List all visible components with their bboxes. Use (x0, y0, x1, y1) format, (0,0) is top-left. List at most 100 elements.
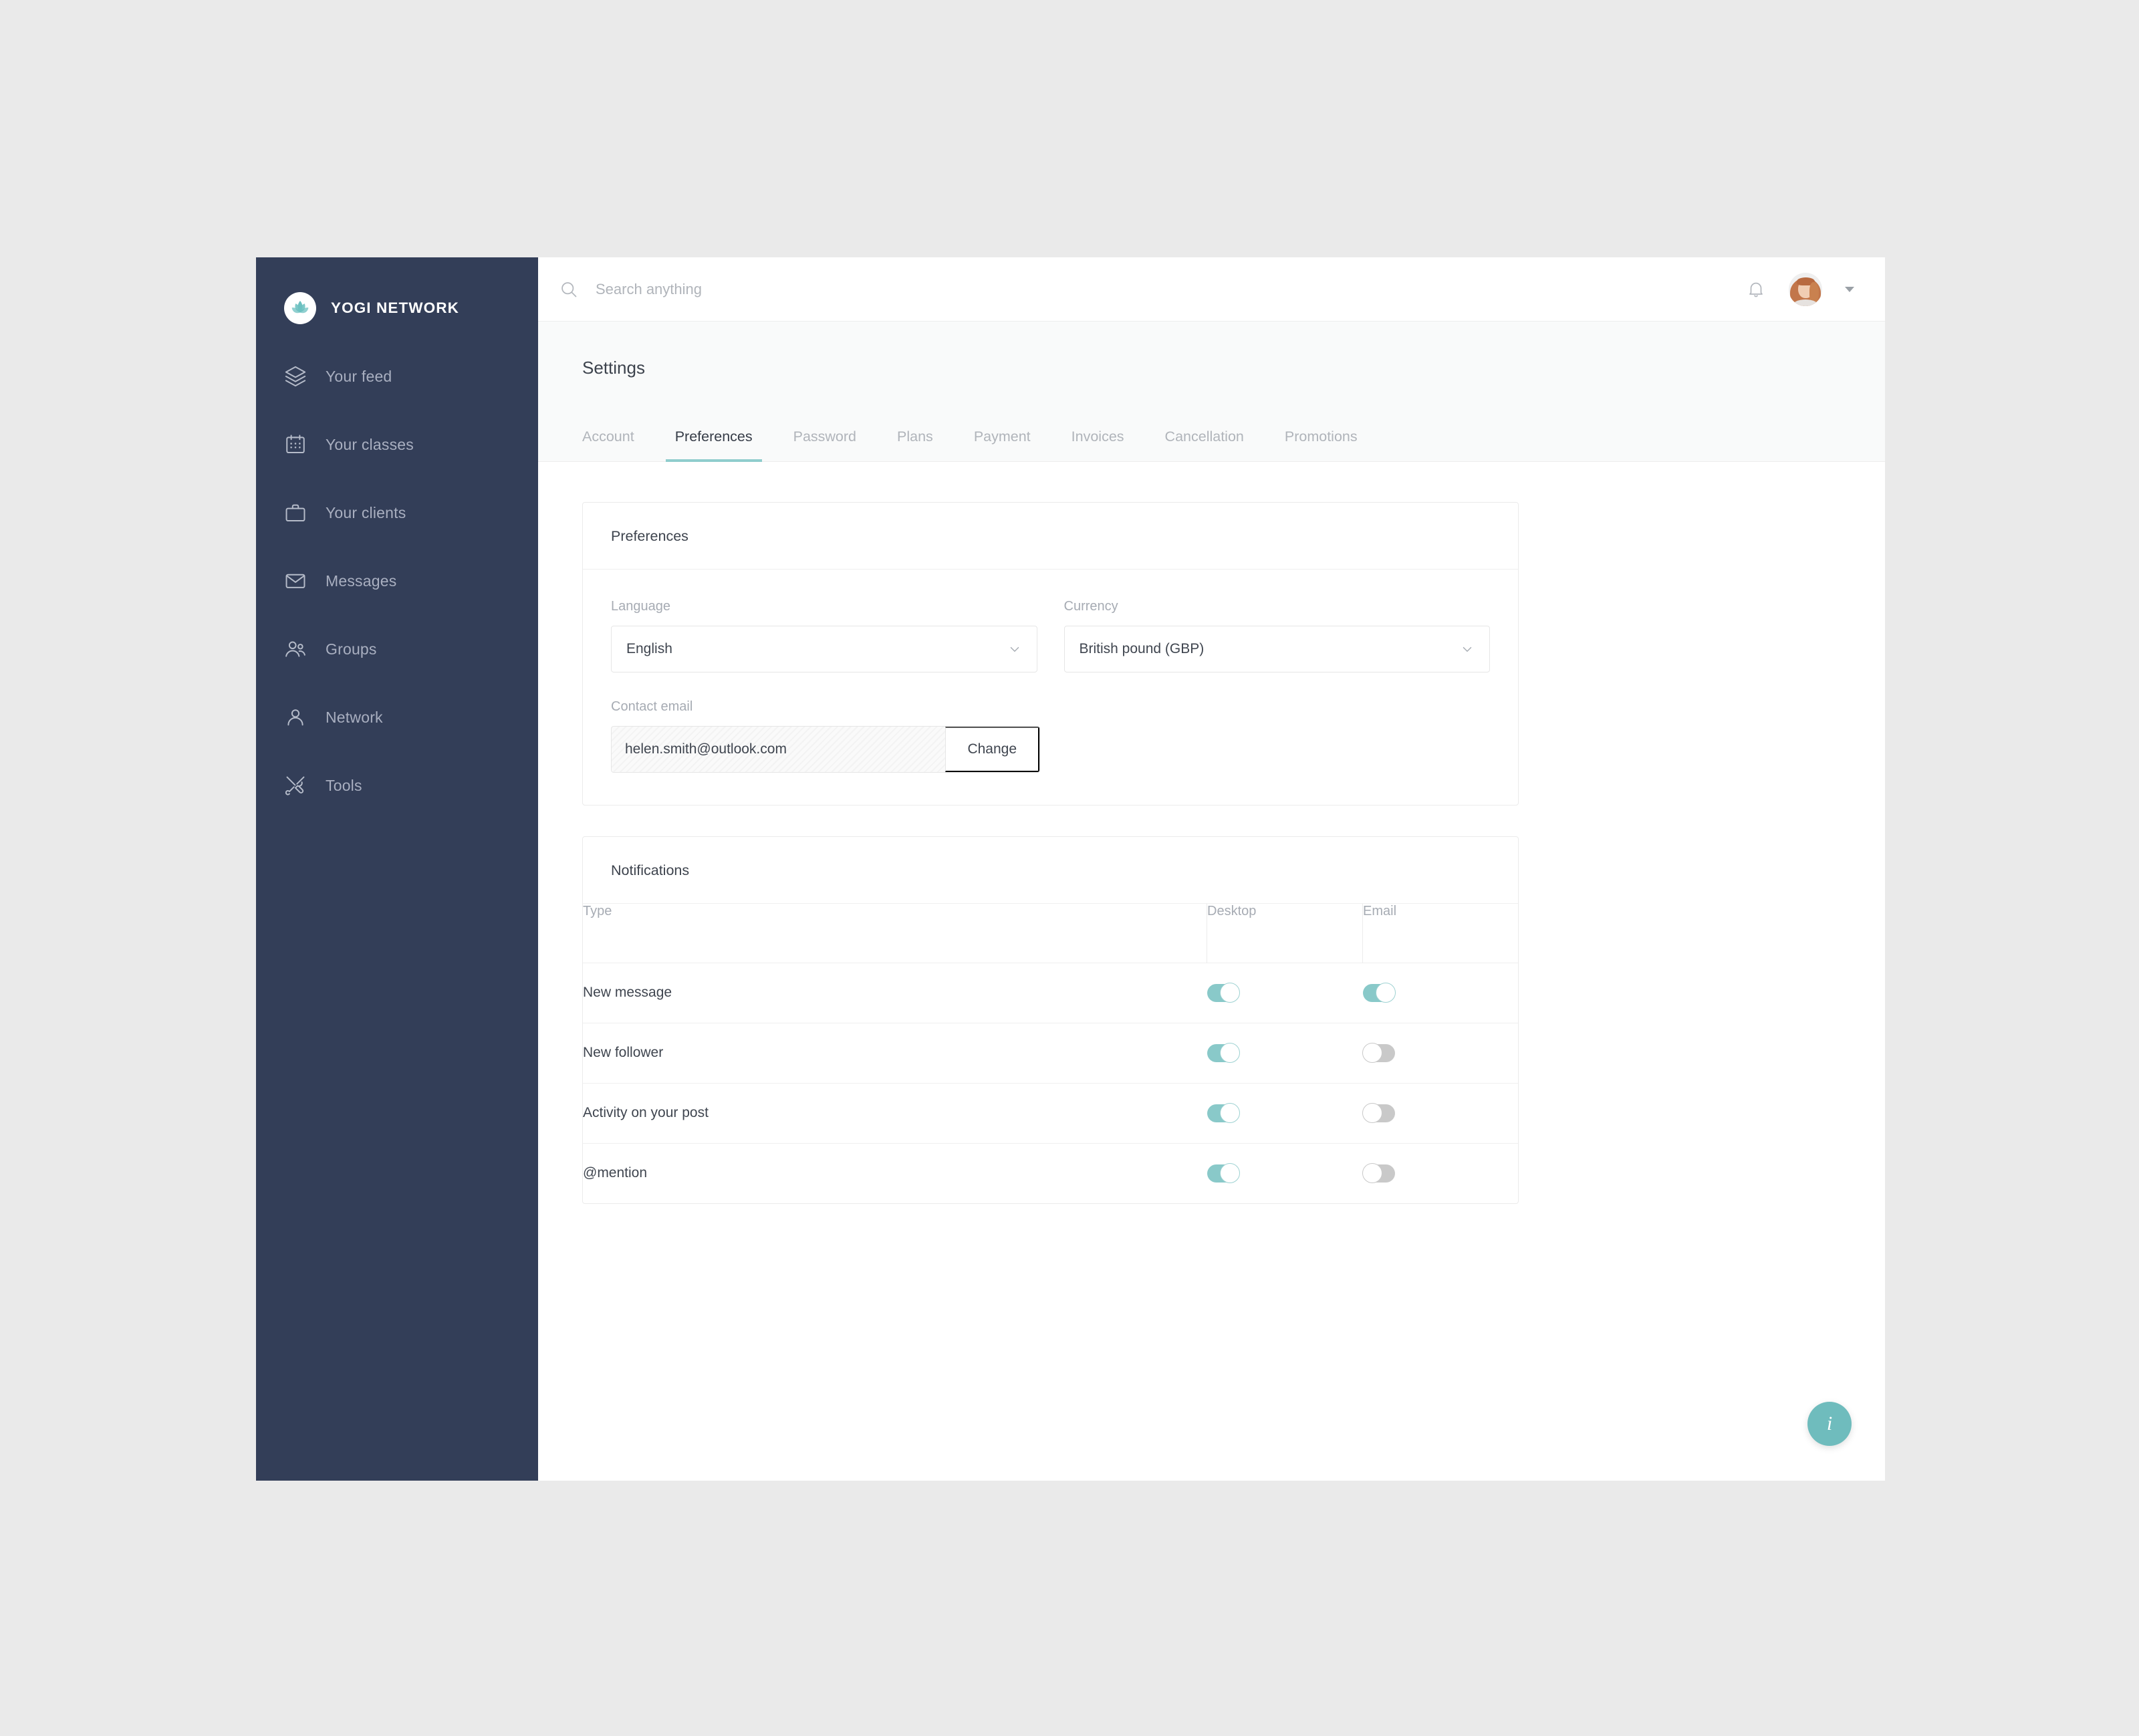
info-button[interactable]: i (1807, 1402, 1852, 1446)
sidebar-item-label: Network (326, 708, 383, 726)
table-row: @mention (583, 1143, 1518, 1203)
avatar[interactable] (1789, 272, 1822, 306)
contact-email-field: Contact email helen.smith@outlook.com Ch… (611, 699, 1490, 773)
notification-type: New message (583, 985, 672, 1000)
email-toggle-cell (1362, 1083, 1519, 1143)
sidebar-item-label: Your classes (326, 435, 414, 453)
notifications-table-head: Type Desktop Email (583, 904, 1518, 963)
currency-field: Currency British pound (GBP) (1063, 599, 1490, 672)
tab-password[interactable]: Password (793, 428, 856, 461)
language-value: English (626, 641, 672, 656)
tab-promotions[interactable]: Promotions (1285, 428, 1358, 461)
preferences-card: Preferences Language English Currency Br… (582, 502, 1519, 805)
tab-invoices[interactable]: Invoices (1072, 428, 1124, 461)
chevron-down-icon[interactable] (1845, 286, 1854, 292)
email-toggle[interactable] (1362, 1163, 1395, 1184)
table-header-row: Type Desktop Email (583, 904, 1518, 963)
notification-type: Activity on your post (583, 1105, 709, 1120)
notifications-card: Notifications Type Desktop Email New mes… (582, 836, 1519, 1204)
lotus-icon (284, 292, 316, 324)
change-email-button[interactable]: Change (945, 727, 1039, 772)
users-icon (284, 638, 315, 660)
main-area: Settings Account Preferences Password Pl… (538, 257, 1885, 1481)
brand-name: YOGI NETWORK (331, 299, 459, 316)
preferences-card-title: Preferences (583, 503, 1518, 570)
notification-type: New follower (583, 1045, 664, 1060)
tab-account[interactable]: Account (582, 428, 634, 461)
notification-type: @mention (583, 1165, 648, 1181)
sidebar-item-label: Tools (326, 776, 362, 794)
table-row: Activity on your post (583, 1083, 1518, 1143)
search-icon (559, 280, 578, 299)
email-toggle-cell (1362, 1143, 1519, 1203)
page-header: Settings Account Preferences Password Pl… (538, 322, 1885, 462)
desktop-toggle[interactable] (1207, 983, 1240, 1003)
desktop-toggle-cell (1207, 1143, 1363, 1203)
currency-value: British pound (GBP) (1079, 641, 1205, 656)
sidebar-item-network[interactable]: Network (256, 697, 538, 737)
sidebar-item-groups[interactable]: Groups (256, 629, 538, 669)
email-toggle[interactable] (1362, 1043, 1395, 1063)
sidebar-item-label: Your clients (326, 503, 406, 521)
sidebar-nav: Your feed Your classes Your clients Mess… (256, 356, 538, 805)
contact-email-label: Contact email (611, 699, 693, 714)
search-bar[interactable] (559, 279, 1746, 299)
language-field: Language English (611, 599, 1037, 672)
desktop-toggle[interactable] (1207, 1103, 1240, 1123)
sidebar-item-your-feed[interactable]: Your feed (256, 356, 538, 396)
table-row: New message (583, 963, 1518, 1023)
preferences-field-row: Language English Currency British pound … (611, 599, 1490, 672)
sidebar: YOGI NETWORK Your feed Your classes Your (256, 257, 538, 1481)
desktop-toggle-cell (1207, 1083, 1363, 1143)
tab-payment[interactable]: Payment (974, 428, 1031, 461)
page-title: Settings (582, 358, 645, 378)
column-header-type: Type (583, 904, 612, 918)
chevron-down-icon (1007, 642, 1022, 656)
email-toggle[interactable] (1362, 983, 1396, 1003)
chevron-down-icon (1460, 642, 1475, 656)
email-toggle-cell (1362, 1023, 1519, 1083)
info-icon: i (1826, 1412, 1833, 1435)
desktop-toggle-cell (1207, 1023, 1363, 1083)
language-label: Language (611, 599, 670, 614)
brand-logo[interactable]: YOGI NETWORK (256, 257, 538, 324)
table-row: New follower (583, 1023, 1518, 1083)
topbar-actions (1746, 272, 1854, 306)
sidebar-item-tools[interactable]: Tools (256, 765, 538, 805)
bell-icon[interactable] (1746, 279, 1766, 299)
envelope-icon (284, 570, 315, 592)
tab-preferences[interactable]: Preferences (665, 428, 762, 462)
user-icon (284, 706, 315, 729)
desktop-toggle-cell (1207, 963, 1363, 1023)
preferences-card-body: Language English Currency British pound … (583, 570, 1518, 805)
layers-icon (284, 365, 315, 388)
column-header-email: Email (1362, 904, 1518, 963)
sidebar-item-label: Your feed (326, 367, 392, 385)
email-toggle[interactable] (1362, 1103, 1395, 1123)
calendar-icon (284, 433, 315, 456)
notifications-table: Type Desktop Email New message New follo… (583, 904, 1518, 1203)
sidebar-item-your-classes[interactable]: Your classes (256, 424, 538, 465)
tab-cancellation[interactable]: Cancellation (1165, 428, 1244, 461)
sidebar-item-label: Groups (326, 640, 377, 658)
search-input[interactable] (594, 279, 945, 299)
currency-select[interactable]: British pound (GBP) (1063, 626, 1490, 672)
top-bar (538, 257, 1885, 322)
notifications-table-body: New message New follower Activity on you… (583, 963, 1518, 1203)
tab-plans[interactable]: Plans (897, 428, 933, 461)
language-select[interactable]: English (611, 626, 1037, 672)
notifications-card-title: Notifications (583, 837, 1518, 904)
contact-email-row: helen.smith@outlook.com Change (611, 726, 1040, 773)
settings-content: Preferences Language English Currency Br… (538, 462, 1885, 1481)
sidebar-item-your-clients[interactable]: Your clients (256, 493, 538, 533)
desktop-toggle[interactable] (1207, 1043, 1240, 1063)
tools-icon (284, 774, 315, 797)
sidebar-item-messages[interactable]: Messages (256, 561, 538, 601)
desktop-toggle[interactable] (1207, 1163, 1240, 1184)
contact-email-value: helen.smith@outlook.com (612, 727, 946, 772)
app-window: YOGI NETWORK Your feed Your classes Your (256, 257, 1885, 1481)
sidebar-item-label: Messages (326, 572, 397, 590)
settings-tabs: Account Preferences Password Plans Payme… (538, 409, 1885, 462)
email-toggle-cell (1362, 963, 1519, 1023)
column-header-desktop: Desktop (1207, 904, 1363, 963)
